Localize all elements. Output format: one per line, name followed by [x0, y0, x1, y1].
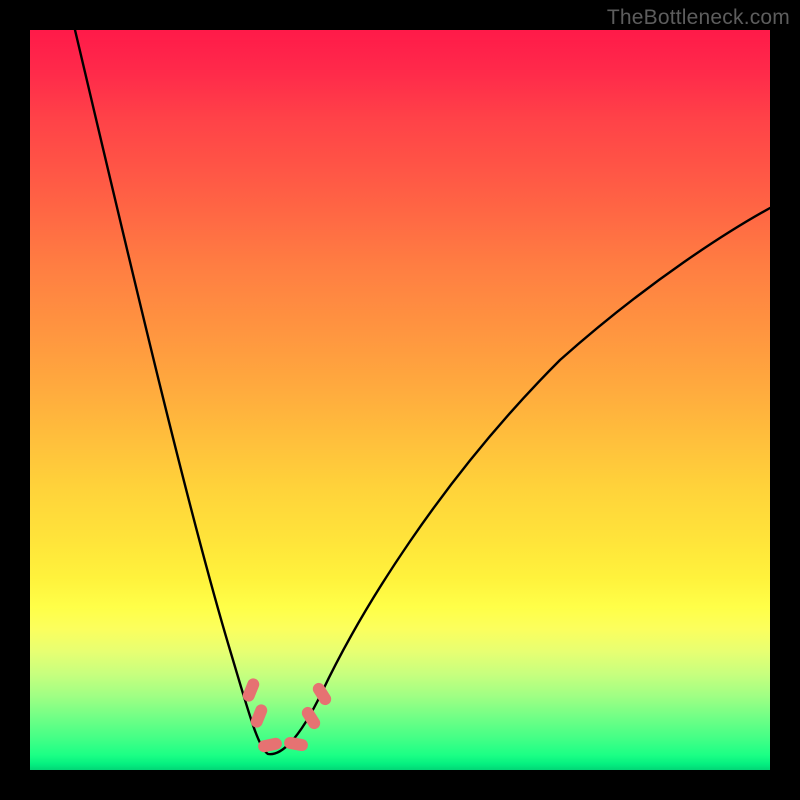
watermark-text: TheBottleneck.com	[607, 6, 790, 30]
curve-marker	[283, 736, 309, 752]
curve-marker	[311, 681, 334, 708]
chart-svg	[30, 30, 770, 770]
marker-group	[241, 677, 334, 754]
bottleneck-curve	[75, 30, 770, 754]
chart-frame: TheBottleneck.com	[0, 0, 800, 800]
plot-area	[30, 30, 770, 770]
